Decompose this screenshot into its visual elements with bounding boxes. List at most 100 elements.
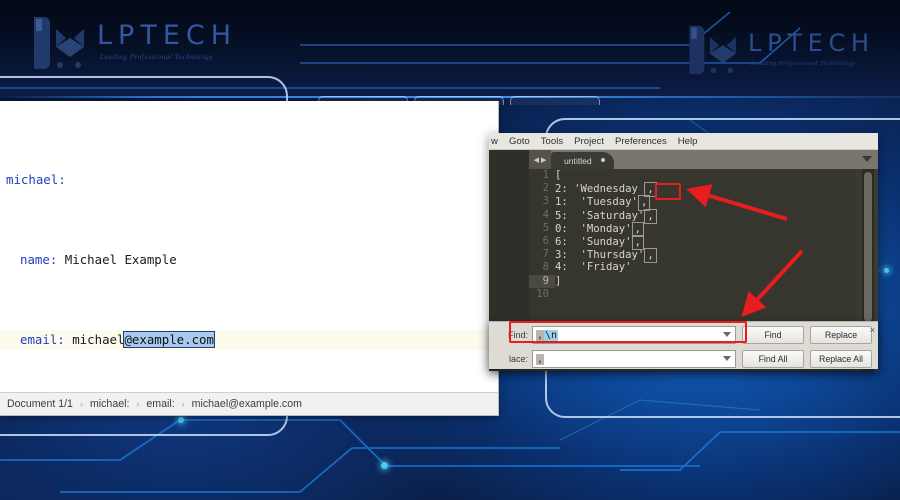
replace-label: lace:	[508, 354, 528, 364]
replace-row: lace: , Find All Replace All	[489, 348, 878, 370]
chevron-down-icon[interactable]	[723, 356, 731, 361]
map-key: 3:	[555, 249, 568, 262]
menu-bar[interactable]: w Goto Tools Project Preferences Help	[489, 133, 878, 150]
line-number: 2	[542, 182, 549, 195]
breadcrumb-separator-icon: ›	[79, 399, 83, 409]
editor-row: 5 0: 'Monday',	[529, 221, 856, 237]
find-replace-panel[interactable]: Find: , \n Find Replace lace: , Find All …	[489, 321, 878, 369]
close-icon[interactable]: ×	[870, 325, 875, 335]
breadcrumb-item-key[interactable]: email:	[146, 398, 174, 410]
yaml-status-bar: Document 1/1 › michael: › email: › micha…	[0, 392, 498, 415]
editor-row: 10	[529, 288, 856, 301]
find-button[interactable]: Find	[742, 326, 804, 344]
map-value: 'Sunday'	[580, 235, 632, 248]
menu-item-help[interactable]: Help	[678, 136, 698, 147]
menu-item-preferences[interactable]: Preferences	[615, 136, 667, 147]
tab-nav-arrows[interactable]: ◀ ▶	[529, 150, 551, 169]
scrollbar-thumb[interactable]	[864, 172, 872, 322]
line-number: 3	[542, 195, 549, 208]
menu-item-view[interactable]: w	[491, 136, 498, 147]
breadcrumb-separator-icon: ›	[181, 399, 185, 409]
editor-row: 8 4: 'Friday'	[529, 261, 856, 274]
map-key: 6:	[555, 235, 568, 248]
editor-row: 6 6: 'Sunday',	[529, 234, 856, 251]
map-key: 1:	[555, 196, 568, 209]
replace-input[interactable]: ,	[532, 350, 736, 368]
lptech-logo-mark	[682, 22, 740, 76]
line-number: 4	[542, 208, 549, 221]
code-line: name: Michael Example	[0, 250, 498, 270]
arrow-right-icon[interactable]: ▶	[541, 156, 546, 164]
find-label: Find:	[507, 330, 528, 340]
map-key: 5:	[555, 209, 568, 222]
line-number: 1	[542, 169, 549, 181]
line-number: 9	[529, 274, 555, 288]
map-key: 4:	[555, 261, 568, 274]
map-value: 'Saturday'	[580, 209, 645, 222]
editor-row-current: 9 ]	[529, 274, 856, 288]
menu-item-tools[interactable]: Tools	[541, 136, 563, 147]
map-value: 'Thursday'	[580, 249, 645, 262]
yaml-editor-panel[interactable]: michael: name: Michael Example email: mi…	[0, 101, 499, 416]
editor-row: 1 [	[529, 169, 856, 182]
line-number: 8	[542, 261, 549, 274]
map-value: 'Friday'	[580, 261, 632, 274]
find-all-button[interactable]: Find All	[742, 350, 804, 368]
menu-item-project[interactable]: Project	[574, 136, 604, 147]
screenshot-root: LPTECH Leading Professional Technology L…	[0, 0, 900, 500]
lptech-logo-right: LPTECH Leading Professional Technology	[682, 22, 875, 76]
line-number: 10	[536, 287, 549, 300]
yaml-value: Michael Example	[57, 252, 177, 267]
brand-name: LPTECH	[748, 29, 875, 58]
arrow-left-icon[interactable]: ◀	[534, 156, 539, 164]
comma-token: ,	[644, 248, 657, 264]
line-content: [	[555, 169, 562, 181]
tab-label: untitled	[564, 155, 592, 166]
editor-row: 3 1: 'Tuesday',	[529, 195, 856, 211]
comma-token: ,	[644, 208, 657, 224]
replace-button[interactable]: Replace	[810, 326, 872, 344]
line-content: ]	[555, 274, 562, 287]
line-number: 6	[542, 234, 549, 247]
chevron-down-icon[interactable]	[723, 332, 731, 337]
code-line-active: email: michael@example.com	[0, 330, 498, 350]
yaml-key: email:	[20, 332, 65, 347]
brand-name: LPTECH	[97, 20, 238, 52]
lptech-logo-left: LPTECH Leading Professional Technology	[26, 13, 237, 71]
lptech-logo-text: LPTECH Leading Professional Technology	[748, 31, 875, 67]
line-number: 5	[542, 221, 549, 234]
yaml-code-area[interactable]: michael: name: Michael Example email: mi…	[0, 101, 498, 415]
breadcrumb-separator-icon: ›	[136, 399, 140, 409]
lptech-logo-text: LPTECH Leading Professional Technology	[97, 22, 237, 61]
breadcrumb-item-root[interactable]: michael:	[90, 398, 129, 410]
chevron-down-icon[interactable]	[862, 156, 872, 162]
menu-item-goto[interactable]: Goto	[509, 136, 530, 147]
yaml-key: michael:	[6, 172, 66, 187]
find-input[interactable]: , \n	[532, 326, 736, 344]
breadcrumb-item-value[interactable]: michael@example.com	[192, 398, 302, 410]
lptech-logo-mark	[26, 13, 88, 71]
document-counter: Document 1/1	[7, 398, 73, 410]
map-value: 'Tuesday'	[580, 196, 638, 209]
brand-tagline: Leading Professional Technology	[100, 53, 214, 62]
find-value-comma: ,	[536, 329, 545, 341]
tab-untitled[interactable]: untitled	[551, 152, 614, 169]
find-value-newline-selected: \n	[544, 329, 559, 341]
replace-value-comma: ,	[536, 353, 545, 365]
selected-text-blue[interactable]: @example.com	[123, 331, 215, 348]
editor-row: 4 5: 'Saturday',	[529, 208, 856, 224]
replace-all-button[interactable]: Replace All	[810, 350, 872, 368]
editor-row: 7 3: 'Thursday',	[529, 248, 856, 264]
map-key: 2:	[555, 183, 568, 196]
map-value: 'Monday'	[580, 222, 632, 235]
yaml-key: name:	[20, 252, 58, 267]
glow-node	[381, 462, 388, 469]
yaml-value: michael	[64, 332, 125, 347]
line-number: 7	[542, 248, 549, 261]
tab-bar[interactable]: untitled	[529, 150, 878, 169]
editor-row: 2 2: 'Wednesday ,	[529, 182, 856, 198]
map-key: 0:	[555, 222, 568, 235]
map-value: 'Wednesday	[574, 183, 638, 196]
find-row: Find: , \n Find Replace	[489, 324, 878, 346]
brand-tagline: Leading Professional Technology	[750, 59, 857, 67]
